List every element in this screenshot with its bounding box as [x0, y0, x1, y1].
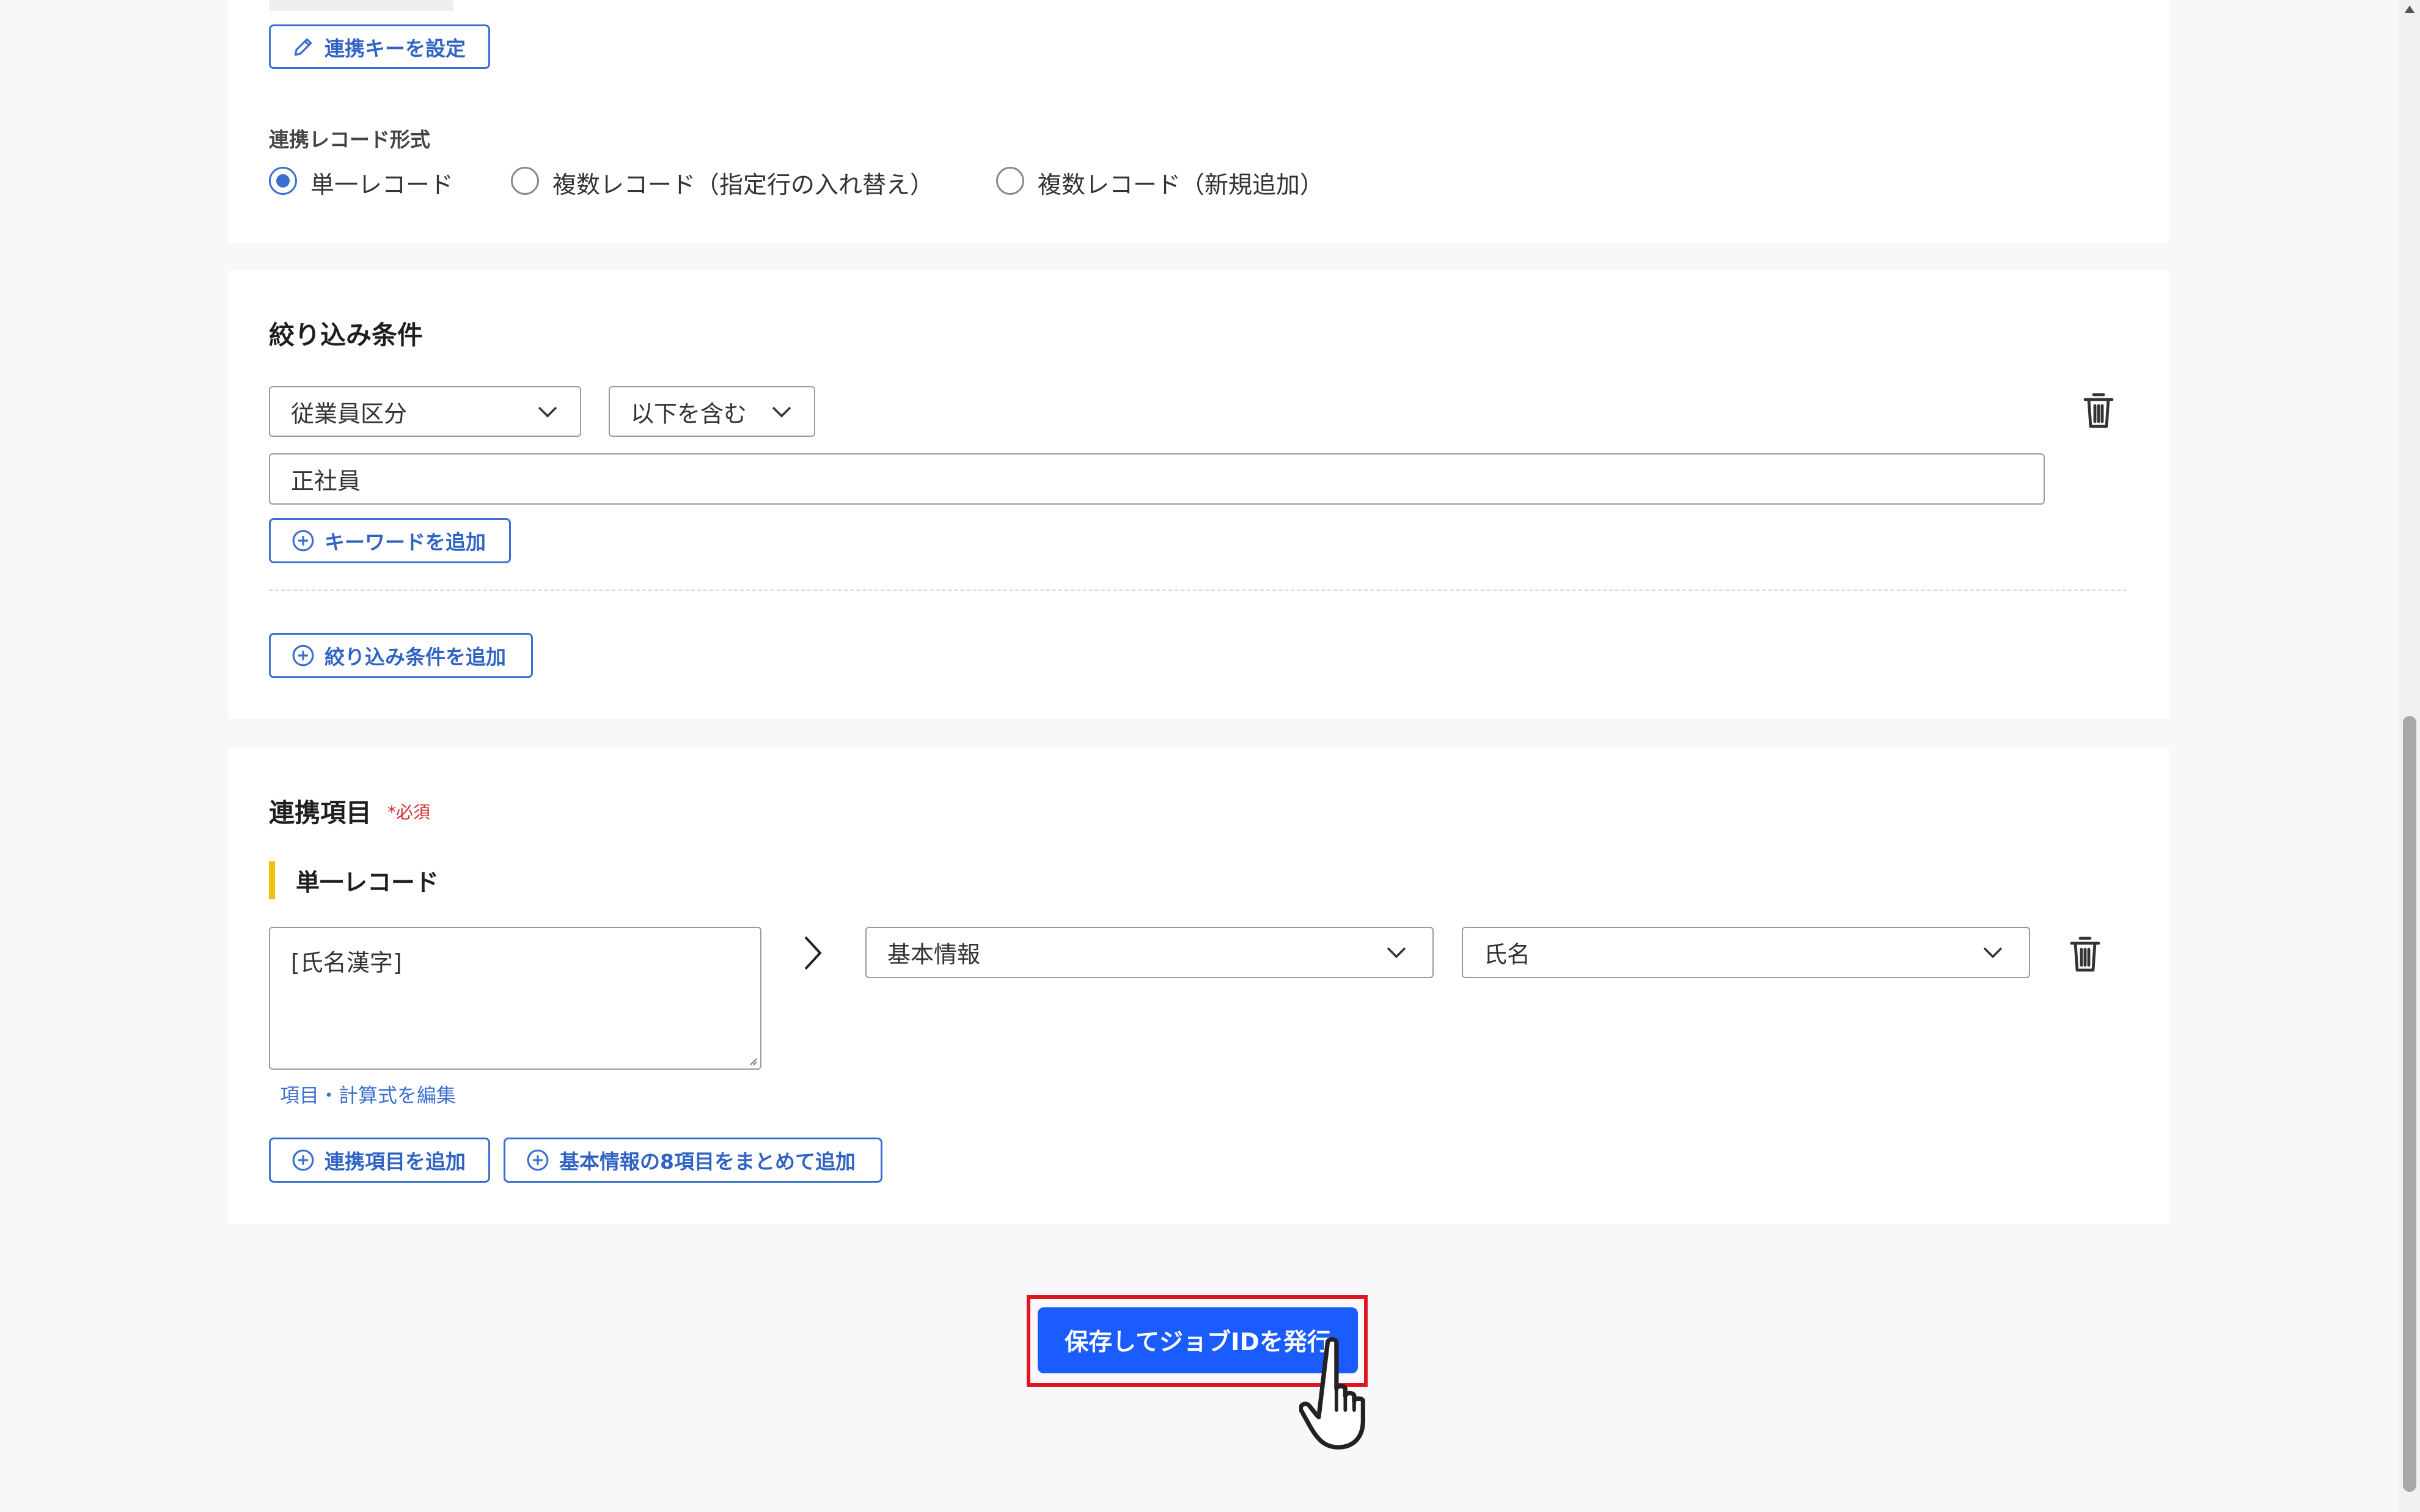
keyword-input-value: 正社員 — [291, 467, 361, 495]
radio-multi-add-label[interactable]: 複数レコード（新規追加） — [1038, 166, 1324, 200]
add-keyword-button-label: キーワードを追加 — [324, 530, 486, 554]
add-condition-button-label: 絞り込み条件を追加 — [324, 645, 506, 669]
chevron-down-icon — [772, 406, 791, 417]
radio-single-record-label[interactable]: 単一レコード — [310, 166, 453, 200]
subsection-title: 単一レコード — [296, 869, 439, 897]
add-condition-button[interactable]: 絞り込み条件を追加 — [269, 633, 533, 678]
mapping-category-select-value: 基本情報 — [887, 941, 981, 968]
chevron-down-icon — [538, 406, 557, 417]
edit-expression-link[interactable]: 項目・計算式を編集 — [280, 1080, 456, 1108]
pencil-icon — [294, 38, 312, 56]
filter-operator-select[interactable]: 以下を含む — [609, 386, 815, 437]
radio-single-record[interactable] — [269, 167, 297, 195]
add-keyword-button[interactable]: キーワードを追加 — [269, 518, 511, 563]
filter-field-select-value: 従業員区分 — [291, 400, 408, 427]
required-badge: *必須 — [387, 802, 431, 822]
save-job-button-label: 保存してジョブIDを発行 — [1065, 1329, 1331, 1356]
mapping-field-select-value: 氏名 — [1484, 941, 1531, 968]
chevron-down-icon — [1387, 947, 1406, 959]
keyword-input[interactable]: 正社員 — [269, 453, 2045, 505]
chevron-down-icon — [1983, 947, 2003, 959]
delete-mapping-trash-icon[interactable] — [2068, 935, 2102, 974]
chevron-right-icon — [804, 936, 822, 970]
plus-circle-icon — [292, 530, 314, 552]
source-expression-value: [氏名漢字] — [291, 949, 402, 976]
delete-condition-trash-icon[interactable] — [2081, 391, 2116, 430]
subsection-bar — [269, 861, 275, 899]
record-format-label: 連携レコード形式 — [269, 128, 430, 152]
radio-multi-replace-label[interactable]: 複数レコード（指定行の入れ替え） — [552, 166, 934, 200]
add-bulk-fields-button-label: 基本情報の8項目をまとめて追加 — [559, 1150, 856, 1174]
filter-title: 絞り込み条件 — [269, 320, 424, 350]
radio-multi-add[interactable] — [996, 167, 1024, 195]
plus-circle-icon — [292, 645, 314, 667]
scrollbar-thumb[interactable] — [2403, 716, 2416, 1492]
filter-operator-select-value: 以下を含む — [631, 400, 747, 427]
resize-handle-icon[interactable] — [747, 1055, 758, 1066]
scroll-up-arrow-icon[interactable] — [2404, 5, 2415, 13]
divider — [269, 590, 2127, 591]
vertical-scrollbar[interactable] — [2399, 0, 2420, 1512]
mapping-title: 連携項目 — [269, 798, 372, 828]
filter-field-select[interactable]: 従業員区分 — [269, 386, 581, 437]
key-preview-bar — [269, 0, 453, 11]
radio-multi-replace[interactable] — [511, 167, 539, 195]
source-expression-textarea[interactable]: [氏名漢字] — [269, 927, 761, 1070]
hand-pointer-cursor-icon — [1299, 1337, 1366, 1450]
set-key-button[interactable]: 連携キーを設定 — [269, 24, 490, 69]
set-key-button-label: 連携キーを設定 — [324, 36, 466, 60]
mapping-category-select[interactable]: 基本情報 — [865, 927, 1434, 978]
plus-circle-icon — [527, 1149, 549, 1171]
mapping-field-select[interactable]: 氏名 — [1462, 927, 2030, 978]
add-mapping-button[interactable]: 連携項目を追加 — [269, 1138, 490, 1183]
add-mapping-button-label: 連携項目を追加 — [324, 1150, 466, 1174]
record-settings-card — [229, 0, 2169, 243]
add-bulk-fields-button[interactable]: 基本情報の8項目をまとめて追加 — [504, 1138, 882, 1183]
plus-circle-icon — [292, 1149, 314, 1171]
